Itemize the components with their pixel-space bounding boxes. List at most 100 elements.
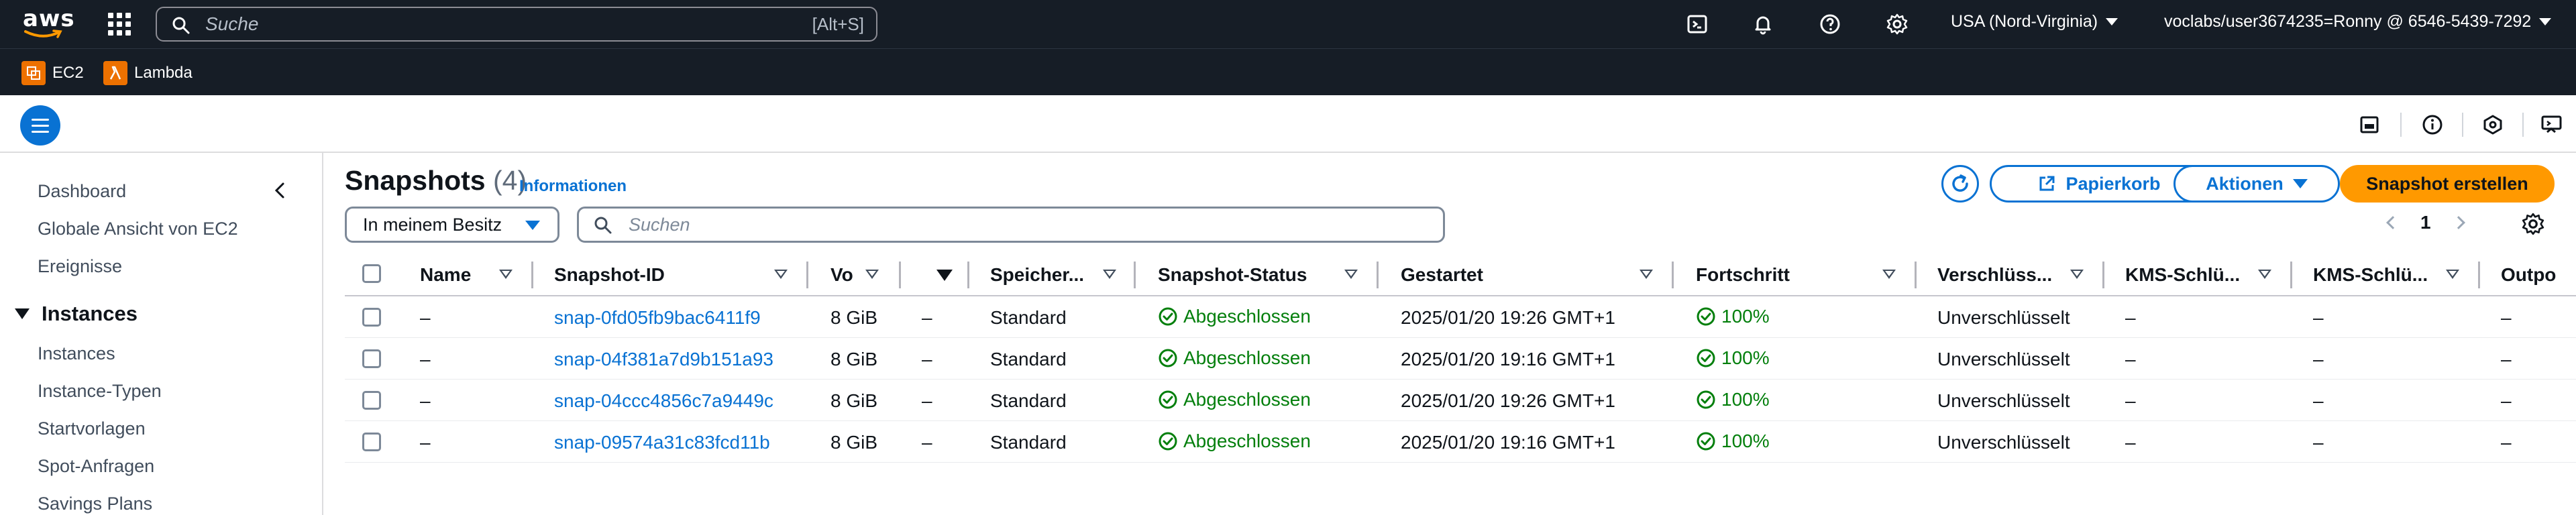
search-placeholder: Suche: [205, 13, 259, 34]
chevron-down-icon: [2106, 18, 2118, 25]
sidebar-item-instances[interactable]: Instances: [38, 343, 115, 364]
services-menu-icon[interactable]: [107, 12, 131, 36]
cloudshell-icon[interactable]: [1684, 11, 1711, 38]
bell-icon[interactable]: [1750, 11, 1776, 38]
row-select-checkbox[interactable]: [362, 308, 381, 327]
table-settings-gear-icon[interactable]: [2521, 212, 2545, 236]
column-resizer[interactable]: [967, 262, 969, 288]
column-header-progress[interactable]: Fortschritt: [1696, 264, 1790, 286]
table-row[interactable]: – snap-04ccc4856c7a9449c 8 GiB – Standard Abg…: [345, 380, 2576, 421]
column-header-encryption[interactable]: Verschlüss...: [1937, 264, 2052, 286]
sidebar-item-instance-types[interactable]: Instance-Typen: [38, 381, 162, 402]
info-link[interactable]: Informationen: [519, 177, 627, 196]
cell-started: 2025/01/20 19:16 GMT+1: [1401, 432, 1615, 453]
table-row[interactable]: – snap-09574a31c83fcd11b 8 GiB – Standard Abg…: [345, 421, 2576, 463]
favorite-label: Lambda: [134, 64, 193, 82]
sort-descending-icon[interactable]: [936, 270, 953, 281]
sidebar-item-global-view[interactable]: Globale Ansicht von EC2: [38, 219, 238, 239]
row-select-checkbox[interactable]: [362, 391, 381, 410]
success-check-icon: [1697, 307, 1715, 326]
favorite-ec2[interactable]: EC2: [21, 61, 84, 85]
column-resizer[interactable]: [2102, 262, 2104, 288]
sort-icon[interactable]: [1640, 270, 1653, 279]
cell-name: –: [420, 432, 431, 453]
cell-storage-tier: Standard: [990, 390, 1067, 411]
ownership-filter-select[interactable]: In meinem Besitz: [345, 207, 559, 243]
feedback-icon[interactable]: [2538, 111, 2565, 138]
gear-icon[interactable]: [1884, 11, 1911, 38]
refresh-button[interactable]: [1941, 165, 1979, 203]
actions-button[interactable]: Aktionen: [2174, 165, 2340, 203]
table-row[interactable]: – snap-0fd05fb9bac6411f9 8 GiB – Standard Abg…: [345, 296, 2576, 338]
sort-icon[interactable]: [865, 270, 879, 279]
info-icon[interactable]: [2419, 111, 2446, 138]
chevron-right-icon[interactable]: [2451, 216, 2465, 229]
sidebar-item-spot-requests[interactable]: Spot-Anfragen: [38, 456, 154, 477]
success-check-icon: [1697, 432, 1715, 451]
cell-outpost: –: [2501, 390, 2512, 411]
column-header-started[interactable]: Gestartet: [1401, 264, 1483, 286]
cell-snapshot-id[interactable]: snap-04f381a7d9b151a93: [554, 349, 773, 370]
sidebar-item-launch-templates[interactable]: Startvorlagen: [38, 418, 146, 439]
column-resizer[interactable]: [1915, 262, 1917, 288]
row-select-checkbox[interactable]: [362, 433, 381, 451]
cell-snapshot-id[interactable]: snap-0fd05fb9bac6411f9: [554, 307, 761, 329]
sort-icon[interactable]: [2070, 270, 2084, 279]
current-page[interactable]: 1: [2420, 212, 2431, 233]
sort-icon[interactable]: [499, 270, 513, 279]
column-resizer[interactable]: [1672, 262, 1674, 288]
cell-progress-text: 100%: [1721, 431, 1770, 451]
cell-blank: –: [922, 390, 932, 411]
notification-icon[interactable]: [2479, 111, 2506, 138]
column-header-name[interactable]: Name: [420, 264, 471, 286]
cell-kms-key-alias: –: [2313, 432, 2324, 453]
create-snapshot-button[interactable]: Snapshot erstellen: [2340, 165, 2555, 203]
cell-volume-size: 8 GiB: [830, 432, 878, 453]
cell-snapshot-id[interactable]: snap-09574a31c83fcd11b: [554, 432, 770, 453]
column-resizer[interactable]: [806, 262, 808, 288]
sort-icon[interactable]: [2446, 270, 2459, 279]
column-header-storage-tier[interactable]: Speicher...: [990, 264, 1084, 286]
region-selector[interactable]: USA (Nord-Virginia): [1951, 12, 2118, 32]
chevron-down-icon: [2539, 18, 2552, 25]
column-resizer[interactable]: [899, 262, 901, 288]
cell-snapshot-status: Abgeschlossen: [1158, 347, 1311, 369]
column-resizer[interactable]: [2478, 262, 2480, 288]
snapshot-search-input[interactable]: Suchen: [577, 207, 1445, 243]
global-search-input[interactable]: Suche [Alt+S]: [156, 7, 877, 42]
aws-logo[interactable]: aws: [23, 7, 74, 40]
console-toolbar: [0, 95, 2576, 153]
column-resizer[interactable]: [531, 262, 533, 288]
sort-icon[interactable]: [2258, 270, 2271, 279]
sidebar-item-savings-plans[interactable]: Savings Plans: [38, 494, 152, 514]
column-header-volume-size[interactable]: Vo: [830, 264, 853, 286]
favorite-lambda[interactable]: Lambda: [103, 61, 193, 85]
column-header-snapshot-status[interactable]: Snapshot-Status: [1158, 264, 1307, 286]
column-resizer[interactable]: [1377, 262, 1379, 288]
collapse-icon[interactable]: [271, 181, 290, 200]
sidebar-section-instances[interactable]: Instances: [15, 302, 138, 326]
sidebar-section-label: Instances: [42, 302, 138, 325]
sort-icon[interactable]: [1103, 270, 1116, 279]
account-menu[interactable]: voclabs/user3674235=Ronny @ 6546-5439-72…: [2164, 12, 2552, 32]
column-resizer[interactable]: [1134, 262, 1136, 288]
sort-icon[interactable]: [1882, 270, 1896, 279]
column-header-outpost[interactable]: Outpo: [2501, 264, 2556, 286]
column-header-kms-key-alias[interactable]: KMS-Schlü...: [2313, 264, 2428, 286]
table-row[interactable]: – snap-04f381a7d9b151a93 8 GiB – Standard Abg…: [345, 338, 2576, 380]
chevron-left-icon[interactable]: [2386, 216, 2400, 229]
panel-icon[interactable]: [2356, 111, 2383, 138]
help-icon[interactable]: [1817, 11, 1843, 38]
select-all-checkbox[interactable]: [362, 264, 381, 283]
sort-icon[interactable]: [1344, 270, 1358, 279]
sidebar-item-events[interactable]: Ereignisse: [38, 256, 122, 277]
column-resizer[interactable]: [2290, 262, 2292, 288]
side-navigation-toggle[interactable]: [20, 105, 60, 146]
sort-icon[interactable]: [774, 270, 788, 279]
row-select-checkbox[interactable]: [362, 349, 381, 368]
cell-snapshot-id[interactable]: snap-04ccc4856c7a9449c: [554, 390, 773, 412]
column-header-snapshot-id[interactable]: Snapshot-ID: [554, 264, 665, 286]
sidebar-item-dashboard[interactable]: Dashboard: [38, 181, 126, 202]
column-header-kms-key-id[interactable]: KMS-Schlü...: [2125, 264, 2240, 286]
cell-started: 2025/01/20 19:26 GMT+1: [1401, 390, 1615, 411]
